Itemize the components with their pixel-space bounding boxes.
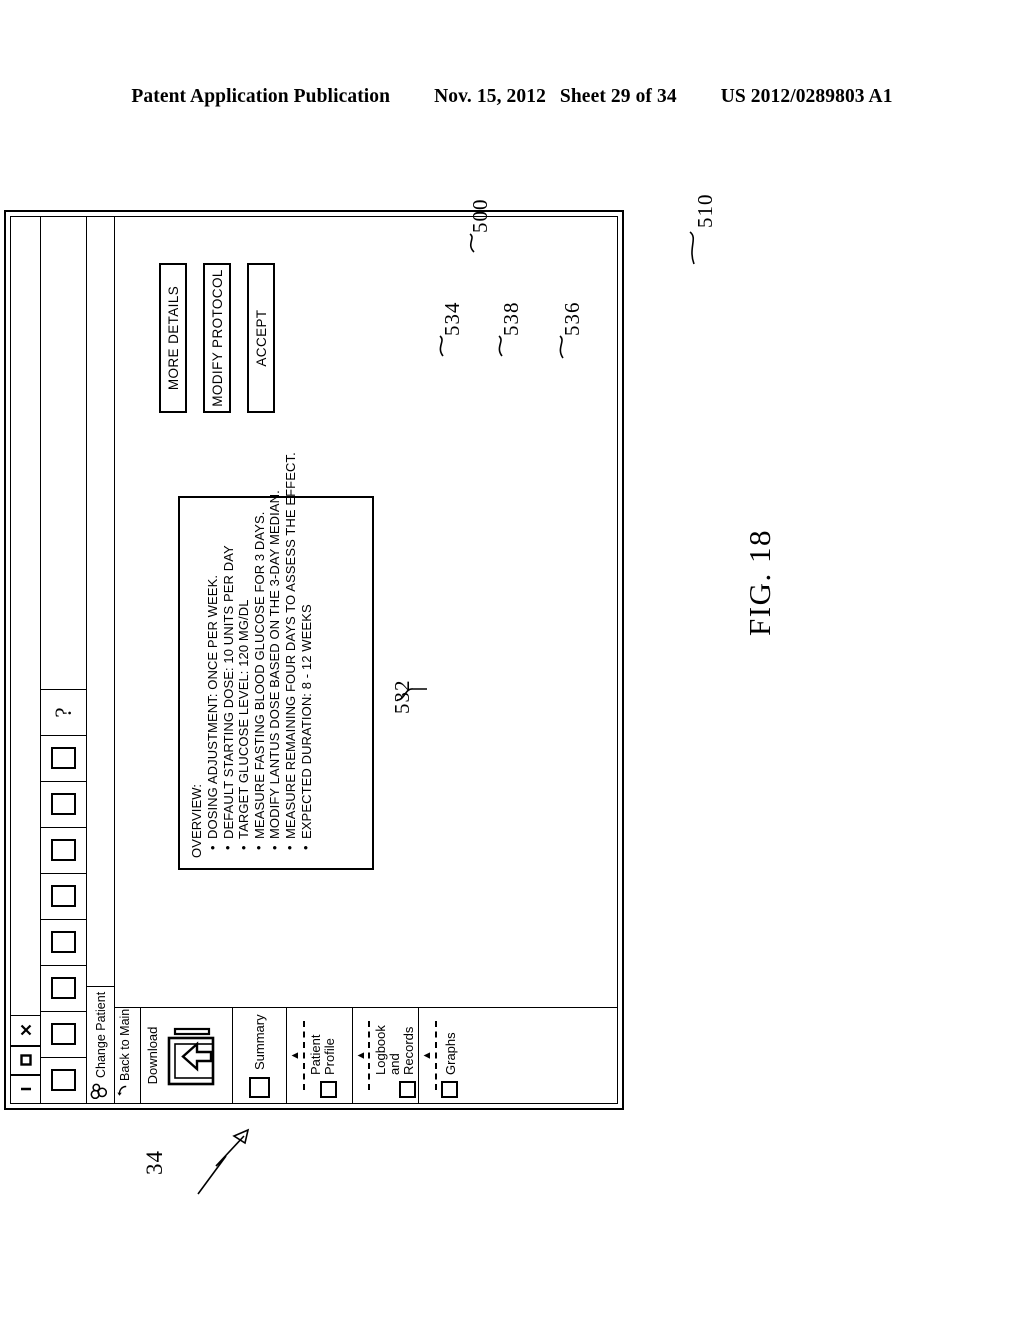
window-body: Back to Main Menu Download Summary ▲ Pat… — [115, 217, 617, 1103]
reference-numeral-34: 34 — [142, 1150, 167, 1175]
action-button-group: MORE DETAILS MODIFY PROTOCOL ACCEPT — [159, 263, 275, 413]
reference-numeral-534: 534 — [440, 301, 464, 337]
graphs-expander-icon[interactable]: ▲ — [421, 1013, 433, 1098]
reference-numeral-500: 500 — [468, 198, 492, 234]
sidebar: Back to Main Menu Download Summary ▲ Pat… — [115, 974, 617, 1103]
toolbar-button-5[interactable] — [41, 873, 86, 919]
minimize-icon — [19, 1083, 33, 1097]
reference-numeral-536: 536 — [560, 301, 584, 337]
overview-item: MEASURE REMAINING FOUR DAYS TO ASSESS TH… — [283, 452, 299, 850]
overview-panel: OVERVIEW: DOSING ADJUSTMENT: ONCE PER WE… — [178, 452, 374, 870]
title-bar-empty-area — [11, 217, 40, 1015]
people-icon — [90, 1081, 112, 1100]
toolbar-icon-8 — [51, 747, 76, 770]
toolbar-button-8[interactable] — [41, 735, 86, 781]
logbook-and-records-label: Logbook and Records — [373, 1025, 416, 1075]
summary-checkbox[interactable] — [248, 1077, 270, 1098]
application-window: ? Change Patient Back to Main Menu Downl… — [4, 210, 624, 1110]
download-icon — [165, 1025, 222, 1087]
toolbar-icon-7 — [51, 793, 76, 816]
leader-line-538 — [498, 335, 503, 357]
logbook-expander-icon[interactable]: ▲ — [355, 1013, 367, 1098]
patient-profile-label: Patient Profile — [308, 1034, 337, 1075]
graphs-checkbox[interactable] — [441, 1081, 458, 1098]
toolbar-icon-2 — [51, 1023, 76, 1046]
toolbar-icon-1 — [51, 1069, 76, 1092]
toolbar-button-7[interactable] — [41, 781, 86, 827]
overview-list: DOSING ADJUSTMENT: ONCE PER WEEK. DEFAUL… — [205, 452, 315, 858]
patient-profile-divider — [303, 1021, 305, 1090]
content-area: OVERVIEW: DOSING ADJUSTMENT: ONCE PER WE… — [115, 217, 617, 1007]
sidebar-item-download[interactable]: Download — [141, 1008, 233, 1103]
toolbar-button-3[interactable] — [41, 965, 86, 1011]
figure-stage: ? Change Patient Back to Main Menu Downl… — [0, 0, 1024, 1320]
toolbar: ? — [41, 217, 87, 1103]
maximize-icon — [19, 1054, 33, 1068]
leader-line-534 — [439, 335, 444, 357]
patient-profile-checkbox[interactable] — [320, 1081, 337, 1098]
help-button[interactable]: ? — [41, 689, 86, 735]
toolbar-button-6[interactable] — [41, 827, 86, 873]
summary-label: Summary — [251, 1014, 267, 1070]
leader-line-500 — [469, 233, 475, 253]
patient-profile-expander-icon[interactable]: ▲ — [289, 1013, 301, 1098]
sidebar-item-back-to-main-menu[interactable]: Back to Main Menu — [115, 974, 141, 1103]
accept-button[interactable]: ACCEPT — [247, 263, 275, 413]
sidebar-item-patient-profile[interactable]: ▲ Patient Profile — [287, 1008, 353, 1103]
leader-line-536 — [559, 335, 564, 359]
toolbar-button-2[interactable] — [41, 1011, 86, 1057]
reference-numeral-538: 538 — [499, 301, 523, 337]
logbook-divider — [368, 1021, 370, 1090]
patient-profile-row: Patient Profile — [308, 1013, 337, 1098]
download-label: Download — [145, 1026, 160, 1085]
overview-item: DOSING ADJUSTMENT: ONCE PER WEEK. — [205, 508, 221, 850]
logbook-row: Logbook and Records — [373, 1013, 416, 1098]
reference-numeral-510: 510 — [693, 193, 717, 229]
graphs-label: Graphs — [443, 1032, 458, 1075]
window-controls — [11, 1015, 40, 1103]
overview-item: MEASURE FASTING BLOOD GLUCOSE FOR 3 DAYS… — [252, 508, 268, 850]
toolbar-empty-area — [41, 217, 86, 689]
overview-item: TARGET GLUCOSE LEVEL: 120 MG/DL — [236, 508, 252, 850]
overview-title: OVERVIEW: — [189, 783, 204, 858]
close-icon — [19, 1024, 33, 1038]
toolbar-button-1[interactable] — [41, 1057, 86, 1103]
overview-item: EXPECTED DURATION: 8 - 12 WEEKS — [299, 508, 315, 850]
back-arrow-icon — [116, 1085, 134, 1098]
modify-protocol-button[interactable]: MODIFY PROTOCOL — [203, 263, 231, 413]
overview-item: MODIFY LANTUS DOSE BASED ON THE 3-DAY ME… — [267, 490, 283, 850]
change-patient-label: Change Patient — [93, 991, 108, 1078]
leader-arrow-34 — [197, 1128, 250, 1195]
question-mark-icon: ? — [51, 707, 76, 718]
sidebar-item-graphs[interactable]: ▲ Graphs — [419, 1008, 617, 1103]
logbook-checkbox[interactable] — [399, 1081, 416, 1098]
sidebar-item-logbook-and-records[interactable]: ▲ Logbook and Records — [353, 1008, 419, 1103]
leader-line-510 — [689, 231, 695, 265]
overview-item: DEFAULT STARTING DOSE: 10 UNITS PER DAY — [221, 508, 237, 850]
graphs-row: Graphs — [441, 1013, 458, 1098]
toolbar-icon-6 — [51, 839, 76, 862]
toolbar-button-4[interactable] — [41, 919, 86, 965]
toolbar-icon-3 — [51, 977, 76, 1000]
graphs-divider — [435, 1021, 437, 1090]
toolbar-icon-4 — [51, 931, 76, 954]
toolbar-icon-5 — [51, 885, 76, 908]
leader-line-532 — [396, 688, 427, 701]
change-patient-bar: Change Patient — [87, 217, 115, 1103]
sidebar-item-summary[interactable]: Summary — [233, 1008, 287, 1103]
figure-label: FIG. 18 — [742, 529, 777, 636]
title-bar — [11, 217, 41, 1103]
change-patient-button[interactable]: Change Patient — [87, 985, 114, 1103]
maximize-button[interactable] — [11, 1045, 40, 1074]
more-details-button[interactable]: MORE DETAILS — [159, 263, 187, 413]
window-inner-frame: ? Change Patient Back to Main Menu Downl… — [10, 216, 618, 1104]
minimize-button[interactable] — [11, 1074, 40, 1103]
close-button[interactable] — [11, 1016, 40, 1045]
